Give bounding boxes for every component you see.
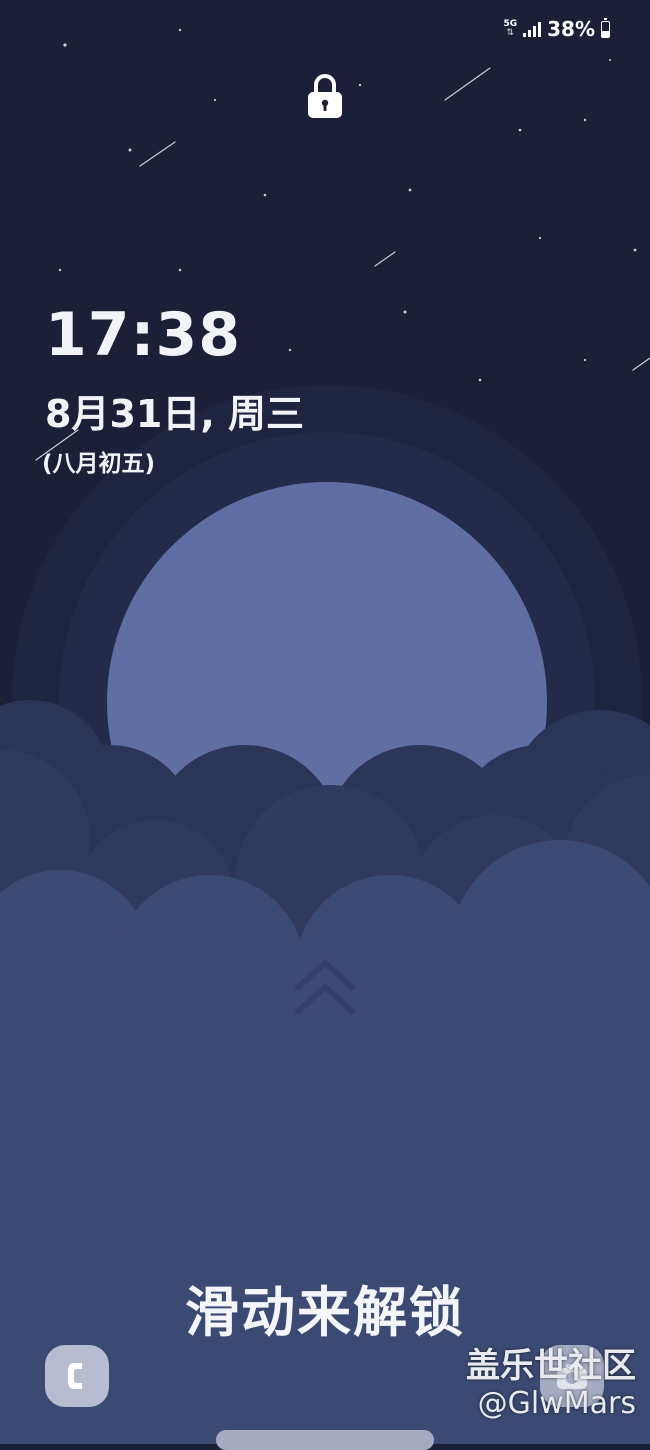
- data-activity-icon: ⇅: [506, 28, 515, 38]
- signal-strength-icon: [523, 21, 542, 37]
- double-chevron-up-icon: [293, 958, 357, 1016]
- clock-time: 17:38: [45, 300, 241, 370]
- battery-icon: [601, 17, 610, 38]
- wallpaper-moon-clouds: [0, 0, 650, 1444]
- phone-shortcut-button[interactable]: [45, 1345, 109, 1407]
- battery-percentage: 38%: [547, 17, 595, 41]
- watermark-username: @GlwMars: [477, 1386, 636, 1421]
- watermark-community: 盖乐世社区: [466, 1346, 636, 1386]
- battery-level-fill: [602, 30, 609, 37]
- padlock-icon[interactable]: [307, 73, 343, 119]
- swipe-to-unlock-hint: 滑动来解锁: [185, 1281, 465, 1344]
- home-indicator-bar[interactable]: [216, 1430, 434, 1450]
- network-type-indicator: 5G ⇅: [503, 20, 517, 38]
- status-bar: 5G ⇅ 38%: [503, 14, 610, 44]
- lunar-date-label: (八月初五): [42, 451, 156, 477]
- phone-icon: [68, 1363, 82, 1389]
- date-label: 8月31日, 周三: [45, 392, 304, 436]
